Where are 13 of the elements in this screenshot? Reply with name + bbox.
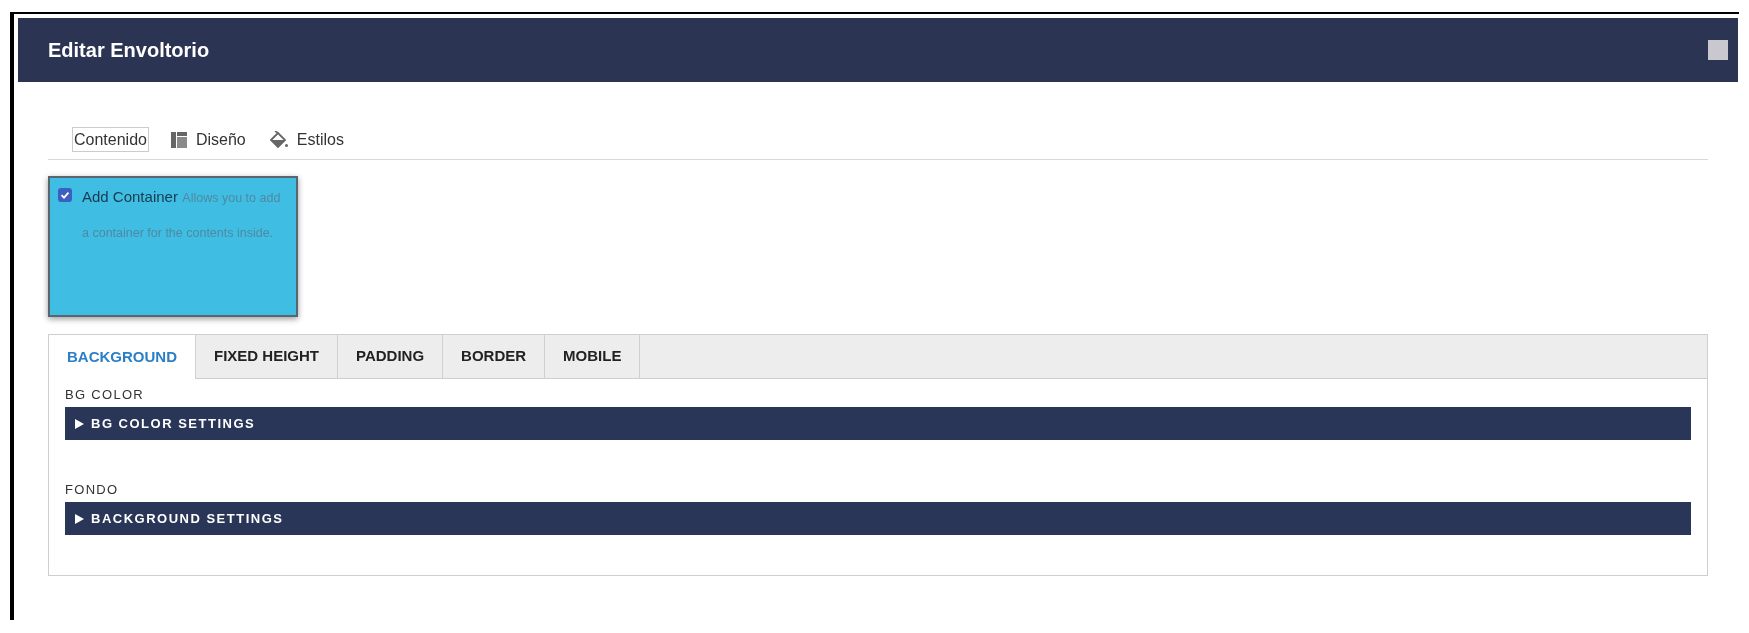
tab[interactable]: Diseño <box>168 127 248 152</box>
tab[interactable]: Estilos <box>267 127 346 152</box>
settings-tab[interactable]: BACKGROUND <box>49 335 196 379</box>
section-label: FONDO <box>65 481 120 499</box>
dialog-title: Editar Envoltorio <box>48 38 210 62</box>
tab[interactable]: Contenido <box>72 127 149 152</box>
section-label: BG COLOR <box>65 386 146 404</box>
checkbox-label: Add Container Allows you to add a container for the contents inside. <box>82 187 282 242</box>
layout-icon <box>170 131 187 148</box>
paint-bucket-icon <box>269 131 288 148</box>
checkbox[interactable] <box>58 188 72 202</box>
accordion-header[interactable]: BG COLOR SETTINGS <box>65 407 1691 440</box>
accordion-header[interactable]: BACKGROUND SETTINGS <box>65 502 1691 535</box>
